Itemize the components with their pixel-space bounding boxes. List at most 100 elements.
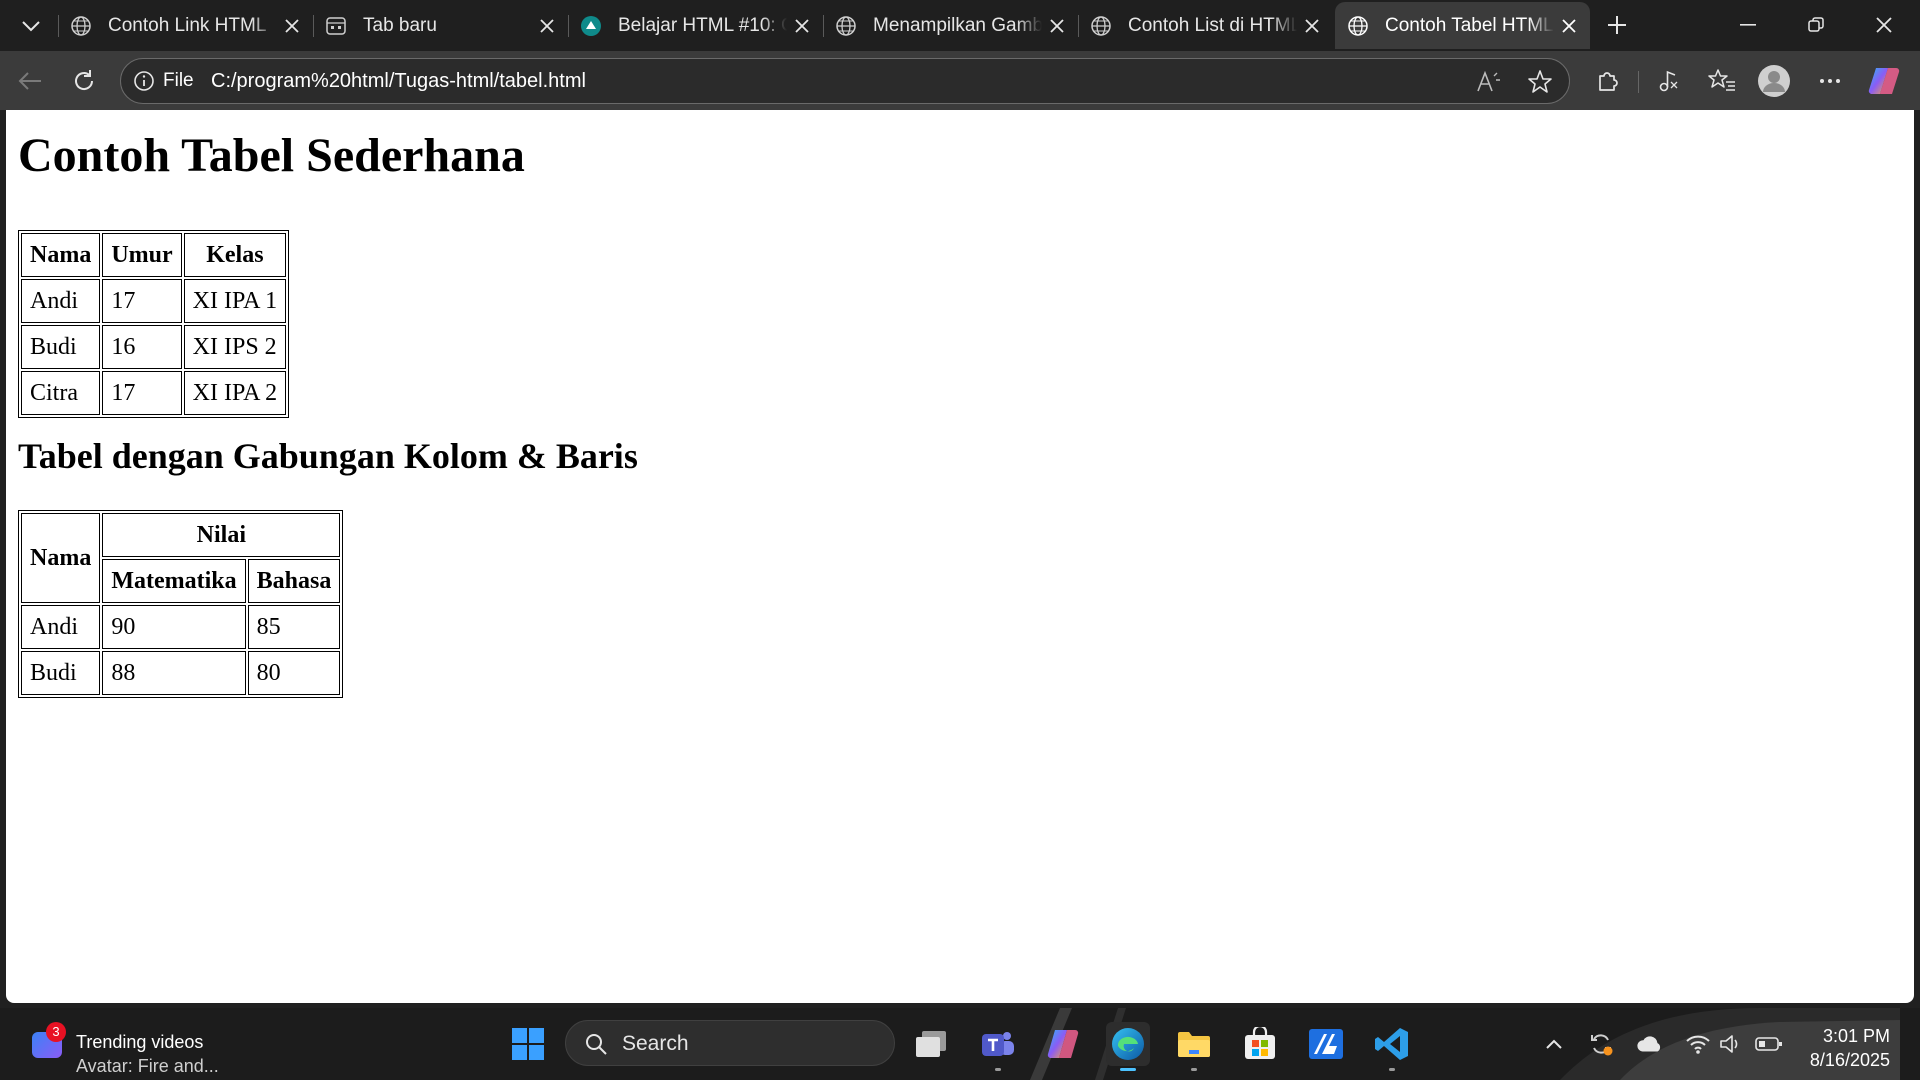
browser-toolbar: File C:/program%20html/Tugas-html/tabel.…: [0, 51, 1920, 110]
table-cell: XI IPA 2: [183, 371, 287, 415]
profile-button[interactable]: [1756, 63, 1792, 99]
chevron-up-icon: [1546, 1039, 1562, 1049]
tab-contoh-link[interactable]: Contoh Link HTML: [58, 2, 313, 49]
taskbar-app-microsoft-store[interactable]: [1238, 1022, 1282, 1066]
onedrive-icon[interactable]: [1636, 1030, 1664, 1058]
avatar-icon: [1758, 65, 1790, 97]
clock-date: 8/16/2025: [1809, 1050, 1890, 1070]
close-tab-icon[interactable]: [532, 11, 562, 41]
tab-actions-menu-button[interactable]: [14, 12, 48, 40]
sync-status-icon[interactable]: [1587, 1030, 1615, 1058]
tab-tab-baru[interactable]: Tab baru: [313, 2, 568, 49]
app-running-indicator: [1389, 1068, 1395, 1071]
widgets-button[interactable]: 3 Trending videos Avatar: Fire and...: [28, 1020, 268, 1076]
tab-belajar-html[interactable]: Belajar HTML #10: Cara Membuat Tabel: [568, 2, 823, 49]
taskbar-app-copilot[interactable]: [1041, 1022, 1085, 1066]
edge-browser-icon: [1112, 1028, 1144, 1060]
address-bar[interactable]: File C:/program%20html/Tugas-html/tabel.…: [120, 58, 1570, 104]
system-clock[interactable]: 3:01 PM 8/16/2025: [1790, 1024, 1890, 1072]
volume-icon[interactable]: [1717, 1030, 1745, 1058]
close-tab-icon[interactable]: [1297, 11, 1327, 41]
puzzle-icon: [1599, 72, 1618, 91]
toolbar-divider: [1638, 71, 1639, 93]
globe-icon: [1090, 15, 1112, 37]
copilot-icon: [1047, 1029, 1079, 1059]
table-header-cell: Nilai: [102, 513, 341, 557]
simple-table: Nama Umur Kelas Andi 17 XI IPA 1 Budi 16…: [18, 230, 290, 418]
page-heading-1: Contoh Tabel Sederhana: [18, 129, 525, 182]
refresh-button[interactable]: [66, 63, 102, 99]
taskbar-app-file-explorer[interactable]: [1172, 1022, 1216, 1071]
tab-title: Contoh Link HTML: [108, 14, 267, 36]
table-row: Budi 16 XI IPS 2: [21, 325, 287, 369]
taskbar-app-azure-data-studio[interactable]: [1304, 1022, 1348, 1066]
globe-icon: [835, 15, 857, 37]
table-header-cell: Umur: [102, 233, 182, 277]
table-header-cell: Nama: [21, 233, 101, 277]
app-logo-icon: [1309, 1029, 1343, 1059]
taskbar-app-teams[interactable]: [976, 1022, 1020, 1071]
table-header-row: Nama Nilai: [21, 513, 341, 603]
tab-contoh-tabel-active[interactable]: Contoh Tabel HTML: [1335, 2, 1590, 49]
close-window-button[interactable]: [1854, 0, 1914, 50]
widget-subtitle: Avatar: Fire and...: [76, 1056, 219, 1076]
table-cell: 85: [247, 605, 341, 649]
show-hidden-icons-button[interactable]: [1540, 1030, 1568, 1058]
more-horizontal-icon: [1820, 79, 1840, 83]
merged-table: Nama Nilai Matematika Bahasa Andi 90 85 …: [18, 510, 344, 698]
close-tab-icon[interactable]: [1554, 11, 1584, 41]
read-aloud-icon[interactable]: [1475, 68, 1503, 96]
table-row: Andi 17 XI IPA 1: [21, 279, 287, 323]
table-header-cell: Kelas: [183, 233, 287, 277]
notification-badge: 3: [46, 1022, 66, 1042]
globe-icon: [70, 15, 92, 37]
back-button[interactable]: [12, 63, 48, 99]
media-control-button[interactable]: [1650, 63, 1686, 99]
close-tab-icon[interactable]: [787, 11, 817, 41]
app-active-indicator: [1120, 1068, 1136, 1071]
wifi-icon[interactable]: [1684, 1030, 1712, 1058]
table-cell: Andi: [21, 605, 101, 649]
minimize-button[interactable]: [1718, 0, 1778, 50]
copilot-icon: [1868, 67, 1900, 95]
tab-title: Contoh Tabel HTML: [1385, 14, 1554, 36]
table-header-cell: Matematika: [102, 559, 246, 603]
start-button[interactable]: [506, 1022, 550, 1066]
url-text[interactable]: C:/program%20html/Tugas-html/tabel.html: [211, 70, 586, 93]
vscode-icon: [1375, 1028, 1408, 1060]
search-label: Search: [622, 1032, 689, 1055]
table-cell: 88: [102, 651, 246, 695]
star-icon[interactable]: [1526, 68, 1554, 96]
extensions-button[interactable]: [1590, 63, 1626, 99]
folder-icon: [1178, 1032, 1210, 1057]
tab-separator: [313, 15, 314, 37]
windows-logo-icon: [512, 1028, 544, 1060]
task-view-button[interactable]: [909, 1022, 953, 1066]
taskbar-search[interactable]: Search: [565, 1020, 895, 1066]
table-row: Andi 90 85: [21, 605, 341, 649]
close-tab-icon[interactable]: [1042, 11, 1072, 41]
info-icon[interactable]: [133, 70, 155, 92]
taskbar-app-vscode[interactable]: [1370, 1022, 1414, 1071]
scheme-label: File: [163, 70, 194, 91]
copilot-button[interactable]: [1866, 63, 1902, 99]
tab-contoh-list[interactable]: Contoh List di HTML: [1078, 2, 1333, 49]
app-running-indicator: [995, 1068, 1001, 1071]
chevron-down-icon: [22, 21, 40, 32]
settings-more-button[interactable]: [1812, 63, 1848, 99]
arrow-left-icon: [18, 72, 41, 90]
favorites-button[interactable]: [1704, 63, 1740, 99]
table-cell: 17: [102, 279, 182, 323]
new-tab-page-icon: [325, 15, 347, 37]
new-tab-button[interactable]: [1600, 8, 1634, 42]
table-cell: 17: [102, 371, 182, 415]
table-cell: XI IPS 2: [183, 325, 287, 369]
tab-menampilkan-gambar[interactable]: Menampilkan Gambar di HTML: [823, 2, 1078, 49]
taskbar-app-edge[interactable]: [1106, 1022, 1150, 1071]
close-tab-icon[interactable]: [277, 11, 307, 41]
battery-icon[interactable]: [1755, 1030, 1783, 1058]
restore-button[interactable]: [1786, 0, 1846, 50]
tab-title: Belajar HTML #10: Cara Membuat Tabel: [618, 14, 787, 36]
clock-time: 3:01 PM: [1822, 1026, 1890, 1046]
favorites-list-icon: [1708, 69, 1735, 91]
